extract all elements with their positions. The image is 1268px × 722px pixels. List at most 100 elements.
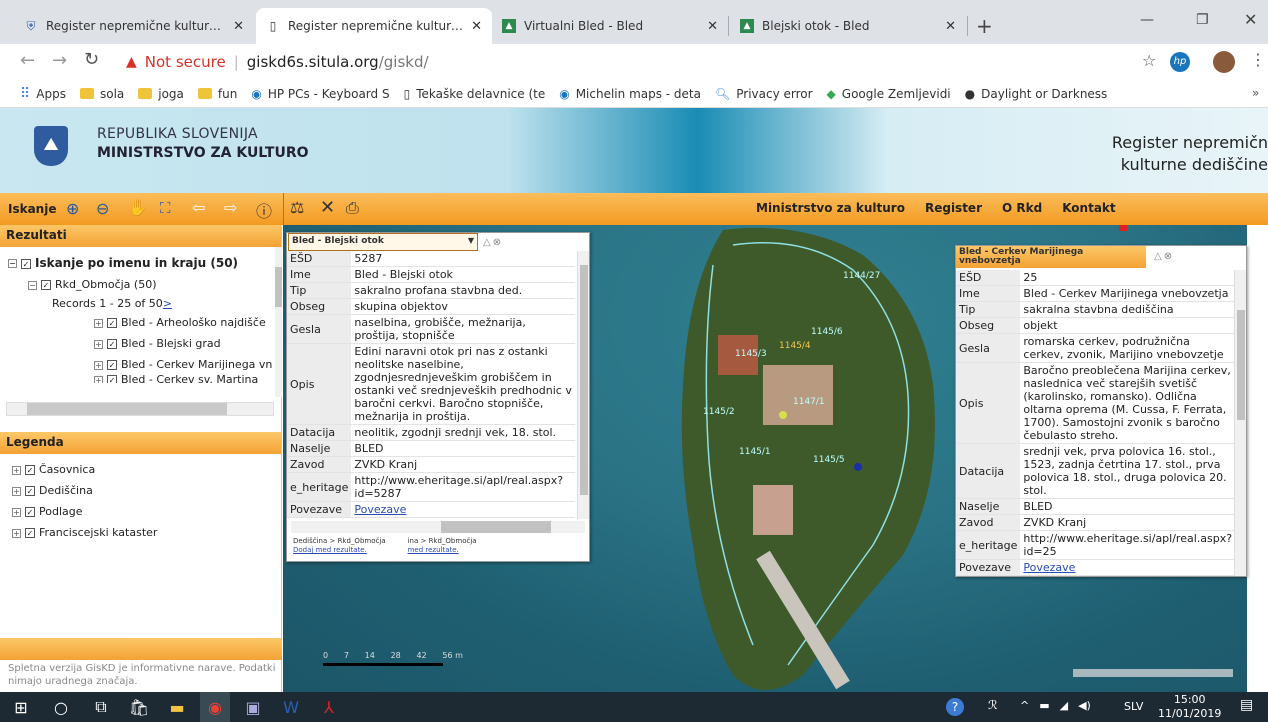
- bookmark-folder[interactable]: joga: [138, 87, 184, 101]
- browser-tab[interactable]: ⛨ Register nepremične kulturne de ✕: [14, 8, 254, 44]
- next-page-link[interactable]: >: [163, 297, 172, 310]
- forward-icon[interactable]: →: [52, 50, 67, 71]
- clear-icon[interactable]: ✕: [320, 197, 335, 218]
- close-tab-icon[interactable]: ✕: [945, 19, 956, 34]
- volume-icon[interactable]: ◀): [1078, 699, 1091, 712]
- close-popup-icon[interactable]: ⊗: [493, 237, 501, 248]
- clock[interactable]: 15:00 11/01/2019: [1158, 693, 1221, 721]
- table-row: Zavod ZVKD Kranj: [956, 514, 1236, 531]
- legend-item[interactable]: + ✓ Podlage: [12, 501, 281, 522]
- app-icon[interactable]: ▣: [238, 692, 268, 722]
- bookmark-link[interactable]: ● Daylight or Darkness: [965, 87, 1108, 101]
- collapse-icon[interactable]: △: [483, 237, 491, 248]
- print-icon[interactable]: ⎙: [346, 198, 359, 218]
- legend-item[interactable]: + ✓ Dediščina: [12, 480, 281, 501]
- list-item[interactable]: + ✓ Bled - Blejski grad: [8, 333, 281, 354]
- add-to-results-link[interactable]: med rezultate.: [408, 546, 477, 555]
- povezave-link[interactable]: Povezave: [354, 503, 406, 516]
- bookmark-link[interactable]: ◆ Google Zemljevidi: [827, 87, 951, 101]
- search-icon[interactable]: ○: [46, 692, 76, 722]
- disclaimer: Spletna verzija GisKD je informativne na…: [8, 663, 276, 687]
- reload-icon[interactable]: ↻: [84, 49, 99, 70]
- acrobat-icon[interactable]: ⅄: [314, 692, 344, 722]
- attribute-table-wrap: EŠD 25 Ime Bled - Cerkev Marijinega vnebov…: [956, 270, 1246, 576]
- file-explorer-icon[interactable]: ▬: [162, 692, 192, 722]
- close-tab-icon[interactable]: ✕: [471, 19, 482, 34]
- bookmark-link[interactable]: ▯ Tekaške delavnice (te: [404, 87, 546, 101]
- avatar[interactable]: [1213, 51, 1235, 73]
- popup-scrollbar[interactable]: [577, 251, 589, 519]
- chrome-icon[interactable]: ◉: [200, 692, 230, 722]
- group-node[interactable]: − ✓ Rkd_Območja (50): [8, 274, 281, 295]
- nav-kontakt[interactable]: Kontakt: [1062, 201, 1115, 215]
- results-hscrollbar[interactable]: [6, 402, 274, 416]
- povezave-link[interactable]: Povezave: [1023, 561, 1075, 574]
- security-label: Not secure: [144, 53, 226, 71]
- window-close-icon[interactable]: ✕: [1244, 10, 1257, 29]
- battery-icon[interactable]: ▬: [1039, 699, 1049, 712]
- people-icon[interactable]: ℛ: [988, 698, 998, 712]
- nav-register[interactable]: Register: [925, 201, 982, 215]
- popup-title-select[interactable]: Bled - Blejski otok ▼: [288, 233, 478, 251]
- browser-tab[interactable]: ▲ Blejski otok - Bled ✕: [730, 8, 966, 44]
- info-icon[interactable]: ⓘ: [256, 198, 272, 222]
- popup-title: Bled - Cerkev Marijinega vnebovzetja: [956, 246, 1146, 268]
- results-scrollbar[interactable]: [275, 247, 282, 397]
- hp-extension-icon[interactable]: hp: [1170, 52, 1190, 72]
- legend-item[interactable]: + ✓ Časovnica: [12, 459, 281, 480]
- table-row: Datacija neolitik, zgodnji srednji vek, 1…: [287, 424, 575, 441]
- bookmark-link[interactable]: ◉ Michelin maps - deta: [559, 87, 701, 101]
- chevron-up-icon[interactable]: ^: [1020, 699, 1029, 712]
- footer-bar: [0, 638, 282, 660]
- bookmarks-bar: ⠿ Apps sola joga fun ◉ HP PCs - Keyboard S…: [0, 80, 1268, 108]
- nav-ministrstvo[interactable]: Ministrstvo za kulturo: [756, 201, 905, 215]
- bookmark-apps[interactable]: ⠿ Apps: [20, 86, 66, 102]
- back-icon[interactable]: ←: [20, 50, 35, 71]
- attribute-table: EŠD 5287 Ime Bled - Blejski otok Tip sakral…: [287, 251, 575, 518]
- table-row: Gesla romarska cerkev, podružnična cerkev…: [956, 333, 1236, 363]
- records-count: Records 1 - 25 of 50>: [52, 297, 173, 310]
- close-tab-icon[interactable]: ✕: [233, 19, 244, 34]
- browser-tab-active[interactable]: ▯ Register nepremične kulturne de ✕: [256, 8, 492, 44]
- browser-tab[interactable]: ▲ Virtualni Bled - Bled ✕: [492, 8, 728, 44]
- language-indicator[interactable]: SLV: [1124, 700, 1143, 713]
- bookmark-link[interactable]: ◉ HP PCs - Keyboard S: [251, 87, 389, 101]
- bookmark-folder[interactable]: fun: [197, 87, 237, 101]
- zoom-out-icon[interactable]: ⊖: [96, 199, 109, 218]
- notifications-icon[interactable]: ▤: [1240, 697, 1253, 713]
- wifi-icon[interactable]: ◢: [1060, 699, 1068, 712]
- store-icon[interactable]: 🛍︎: [124, 692, 154, 722]
- measure-icon[interactable]: ⚖: [290, 198, 304, 217]
- help-icon[interactable]: ?: [946, 698, 964, 716]
- legend-item[interactable]: + ✓ Franciscejski kataster: [12, 522, 281, 543]
- zoom-extent-icon[interactable]: ⛶: [160, 199, 171, 217]
- menu-icon[interactable]: ⋮: [1250, 50, 1266, 69]
- close-popup-icon[interactable]: ⊗: [1164, 251, 1172, 262]
- word-icon[interactable]: W: [276, 692, 306, 722]
- list-item[interactable]: + ✓ Bled - Cerkev sv. Martina: [8, 375, 281, 383]
- zoom-in-icon[interactable]: ⊕: [66, 199, 79, 218]
- nav-o-rkd[interactable]: O Rkd: [1002, 201, 1042, 215]
- task-view-icon[interactable]: ⧉: [86, 692, 116, 722]
- new-tab-icon[interactable]: +: [976, 14, 993, 38]
- more-bookmarks-icon[interactable]: »: [1252, 86, 1259, 100]
- collapse-icon[interactable]: △: [1154, 251, 1162, 262]
- add-to-results-link[interactable]: Dodaj med rezultate.: [293, 546, 386, 555]
- search-node[interactable]: − ✓ Iskanje po imenu in kraju (50): [8, 253, 281, 274]
- list-item[interactable]: + ✓ Bled - Arheološko najdišče: [8, 312, 281, 333]
- popup-scrollbar[interactable]: [1234, 270, 1246, 576]
- back-arrow-icon[interactable]: ⇦: [192, 198, 205, 217]
- windows-start-icon[interactable]: ⊞: [6, 692, 36, 722]
- bookmark-folder[interactable]: sola: [79, 87, 124, 101]
- close-tab-icon[interactable]: ✕: [707, 19, 718, 34]
- forward-arrow-icon[interactable]: ⇨: [224, 198, 237, 217]
- restore-icon[interactable]: ❐: [1196, 12, 1209, 28]
- minimize-icon[interactable]: —: [1140, 12, 1154, 28]
- star-icon[interactable]: ☆: [1142, 51, 1156, 70]
- tab-title: Blejski otok - Bled: [762, 19, 870, 33]
- bookmark-link[interactable]: 🔍︎ Privacy error: [715, 87, 813, 101]
- pan-hand-icon[interactable]: ✋: [128, 198, 148, 217]
- list-item[interactable]: + ✓ Bled - Cerkev Marijinega vn: [8, 354, 281, 375]
- popup-hscrollbar[interactable]: [291, 521, 585, 533]
- address-bar[interactable]: ▲ Not secure | giskd6s.situla.org/giskd/: [118, 48, 1118, 76]
